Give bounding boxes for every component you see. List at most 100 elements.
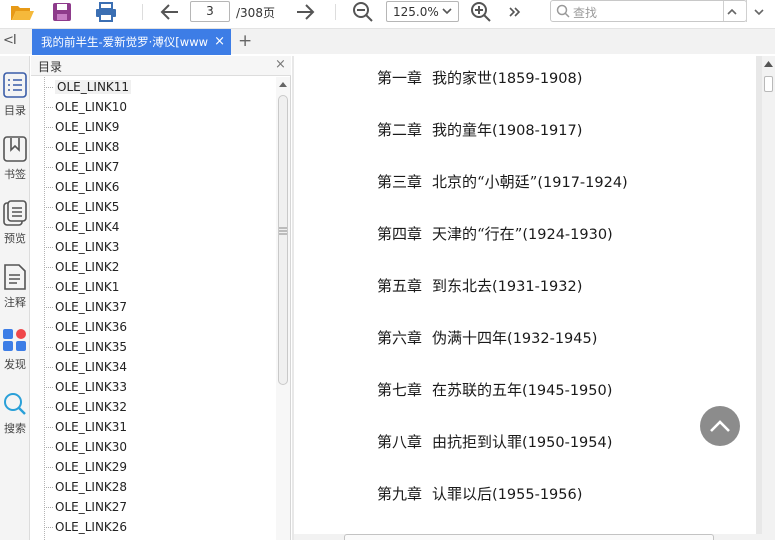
toc-item[interactable]: OLE_LINK33 xyxy=(44,377,127,397)
new-tab-button[interactable]: + xyxy=(238,31,252,51)
chapter-number: 第七章 xyxy=(377,381,423,399)
document-scroll-thumb[interactable] xyxy=(764,76,773,92)
toc-item[interactable]: OLE_LINK28 xyxy=(44,477,127,497)
toc-item[interactable]: OLE_LINK4 xyxy=(44,217,119,237)
scroll-to-top-button[interactable] xyxy=(700,406,740,446)
tree-connector xyxy=(44,327,53,328)
toc-item-label: OLE_LINK11 xyxy=(55,80,132,94)
toc-item[interactable]: OLE_LINK26 xyxy=(44,517,127,537)
toc-item[interactable]: OLE_LINK37 xyxy=(44,297,127,317)
chevron-down-icon xyxy=(441,4,453,21)
chapter-heading: 第一章 我的家世(1859-1908) xyxy=(377,67,582,88)
horizontal-scroll-thumb[interactable] xyxy=(344,534,714,540)
zoom-select[interactable]: 125.0% xyxy=(386,1,459,22)
tab-title: 我的前半生-爱新觉罗·溥仪[www xyxy=(41,35,209,49)
save-button[interactable] xyxy=(50,0,74,24)
toolbar-divider xyxy=(335,4,336,20)
tree-connector xyxy=(44,467,53,468)
tree-connector xyxy=(44,367,53,368)
rail-item-toc[interactable]: 目录 xyxy=(0,72,30,118)
tree-connector xyxy=(44,407,53,408)
tree-connector xyxy=(44,207,53,208)
page-number-input[interactable]: 3 xyxy=(190,1,230,22)
toc-title: 目录 xyxy=(38,60,63,74)
scroll-up-icon xyxy=(764,61,773,67)
toolbar: 3 /308页 125.0% 查找 xyxy=(0,0,775,26)
rail-item-search[interactable]: 搜索 xyxy=(0,392,30,436)
horizontal-scrollbar[interactable] xyxy=(294,534,762,540)
zoom-out-button[interactable] xyxy=(351,0,375,24)
chapter-title: 我的家世 xyxy=(432,69,493,87)
toc-item-label: OLE_LINK26 xyxy=(55,520,128,534)
rail-label: 发现 xyxy=(4,358,26,371)
tree-connector xyxy=(44,187,53,188)
chapter-number: 第四章 xyxy=(377,225,423,243)
print-button[interactable] xyxy=(93,0,119,24)
toc-scroll-thumb[interactable] xyxy=(278,95,288,385)
chapter-number: 第九章 xyxy=(377,485,423,503)
collapse-sidebar-button[interactable]: <I xyxy=(3,33,17,48)
rail-item-bookmarks[interactable]: 书签 xyxy=(0,136,30,182)
toc-item[interactable]: OLE_LINK2 xyxy=(44,257,119,277)
document-page: 第一章 我的家世(1859-1908) 第二章 我的童年(1908-1917) 第三章北… xyxy=(294,56,756,534)
next-page-button[interactable] xyxy=(293,0,317,24)
toc-item[interactable]: OLE_LINK34 xyxy=(44,357,127,377)
document-scrollbar[interactable] xyxy=(762,56,775,540)
find-next-button[interactable] xyxy=(749,0,769,24)
toc-item-label: OLE_LINK9 xyxy=(55,120,120,134)
tree-connector xyxy=(44,107,53,108)
chapter-number: 第二章 xyxy=(377,121,423,139)
chapter-title: 认罪以后 xyxy=(432,485,493,503)
tree-connector xyxy=(44,347,53,348)
toc-item[interactable]: OLE_LINK29 xyxy=(44,457,127,477)
close-toc-icon[interactable]: × xyxy=(275,57,286,72)
toc-item-label: OLE_LINK7 xyxy=(55,160,120,174)
toc-item[interactable]: OLE_LINK6 xyxy=(44,177,119,197)
toolbar-divider xyxy=(142,4,143,20)
toc-item[interactable]: OLE_LINK11 xyxy=(44,77,132,97)
toc-item[interactable]: OLE_LINK27 xyxy=(44,497,127,517)
toc-item-label: OLE_LINK32 xyxy=(55,400,128,414)
open-file-button[interactable] xyxy=(8,0,36,24)
chapter-years: (1932-1945) xyxy=(507,331,598,347)
toc-item-label: OLE_LINK30 xyxy=(55,440,128,454)
prev-page-button[interactable] xyxy=(158,0,182,24)
apps-icon xyxy=(3,329,26,351)
rail-item-annotations[interactable]: 注释 xyxy=(0,264,30,310)
toc-scrollbar[interactable] xyxy=(276,77,290,540)
toc-item[interactable]: OLE_LINK32 xyxy=(44,397,127,417)
search-input[interactable]: 查找 xyxy=(550,0,747,22)
zoom-in-icon xyxy=(471,2,491,22)
chapter-heading: 第六章 伪满十四年(1932-1945) xyxy=(377,327,597,348)
chapter-title: 由抗拒到认罪 xyxy=(432,433,523,451)
close-tab-icon[interactable]: × xyxy=(214,29,225,55)
rail-label: 预览 xyxy=(4,232,26,245)
toc-item[interactable]: OLE_LINK8 xyxy=(44,137,119,157)
toc-item-label: OLE_LINK37 xyxy=(55,300,128,314)
more-tools-button[interactable] xyxy=(505,0,525,24)
toc-item[interactable]: OLE_LINK9 xyxy=(44,117,119,137)
tab-document[interactable]: 我的前半生-爱新觉罗·溥仪[www × xyxy=(32,29,231,55)
chapter-number: 第三章 xyxy=(377,173,423,191)
find-previous-button[interactable] xyxy=(721,0,743,24)
toc-item[interactable]: OLE_LINK31 xyxy=(44,417,127,437)
toc-item[interactable]: OLE_LINK36 xyxy=(44,317,127,337)
toc-item[interactable]: OLE_LINK10 xyxy=(44,97,127,117)
toc-item[interactable]: OLE_LINK35 xyxy=(44,337,127,357)
toc-item[interactable]: OLE_LINK5 xyxy=(44,197,119,217)
rail-item-preview[interactable]: 预览 xyxy=(0,200,30,246)
tree-connector xyxy=(44,527,53,528)
tree-connector xyxy=(44,287,53,288)
toc-item-label: OLE_LINK28 xyxy=(55,480,128,494)
chapter-years: (1955-1956) xyxy=(492,487,583,503)
rail-label: 书签 xyxy=(4,168,26,181)
chapter-heading: 第七章 在苏联的五年(1945-1950) xyxy=(377,379,612,400)
toc-item-label: OLE_LINK2 xyxy=(55,260,120,274)
toc-item[interactable]: OLE_LINK7 xyxy=(44,157,119,177)
zoom-in-button[interactable] xyxy=(469,0,493,24)
toc-item[interactable]: OLE_LINK3 xyxy=(44,237,119,257)
rail-item-discover[interactable]: 发现 xyxy=(0,328,30,372)
toc-item[interactable]: OLE_LINK1 xyxy=(44,277,119,297)
toc-list: OLE_LINK11 OLE_LINK10 OLE_LINK9 OLE_LINK8 OL… xyxy=(31,77,275,540)
toc-item[interactable]: OLE_LINK30 xyxy=(44,437,127,457)
